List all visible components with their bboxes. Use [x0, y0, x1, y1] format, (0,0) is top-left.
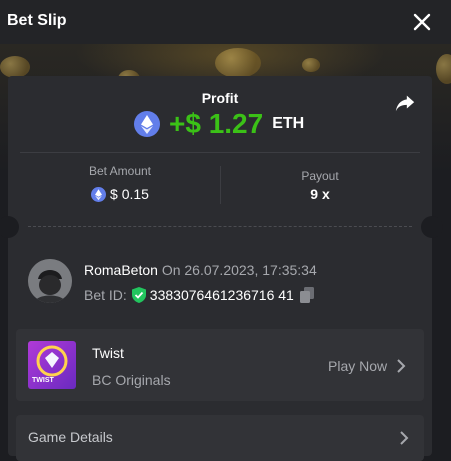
- eth-icon: [134, 111, 160, 137]
- bet-amount-value: $ 0.15: [110, 186, 149, 202]
- user-line: RomaBeton On 26.07.2023, 17:35:34: [84, 262, 317, 278]
- eth-icon: [91, 186, 107, 202]
- game-details-label: Game Details: [28, 429, 113, 445]
- close-icon[interactable]: [410, 10, 434, 34]
- game-category: BC Originals: [92, 372, 171, 388]
- page-title: Bet Slip: [7, 12, 67, 29]
- bet-amount-label: Bet Amount: [88, 164, 152, 178]
- bet-id-row: Bet ID: 3383076461236716 41: [84, 287, 314, 303]
- game-card[interactable]: TWIST Twist BC Originals Play Now: [16, 329, 424, 401]
- chevron-right-icon: [400, 431, 409, 445]
- profit-currency: ETH: [272, 115, 305, 132]
- profit-value: +$ 1.27: [169, 108, 264, 139]
- game-name: Twist: [92, 345, 124, 361]
- avatar[interactable]: [28, 259, 72, 303]
- shield-check-icon: [131, 287, 146, 303]
- profit-label: Profit: [201, 90, 239, 106]
- card-notch-left: [0, 216, 19, 238]
- payout-label: Payout: [301, 169, 339, 183]
- play-now-button[interactable]: Play Now: [328, 358, 407, 374]
- header-bar: Bet Slip: [0, 0, 451, 44]
- bet-id-value: 3383076461236716 41: [149, 287, 294, 303]
- bet-date: On 26.07.2023, 17:35:34: [161, 262, 317, 278]
- game-thumbnail: TWIST: [28, 341, 76, 389]
- share-icon[interactable]: [394, 92, 416, 114]
- payout-value: 9 x: [310, 186, 330, 202]
- username[interactable]: RomaBeton: [84, 262, 158, 278]
- dashed-separator: [28, 226, 412, 227]
- bet-id-label: Bet ID:: [84, 287, 127, 303]
- copy-icon[interactable]: [299, 287, 314, 303]
- profit-row: +$ 1.27 ETH: [134, 108, 305, 139]
- bet-amount: $ 0.15: [20, 186, 220, 202]
- user-avatar-icon: [28, 259, 72, 303]
- card-notch-right: [421, 216, 443, 238]
- bet-slip-card: Profit +$ 1.27 ETH Bet Amount $ 0.15 Pay…: [0, 76, 443, 461]
- game-details-row[interactable]: Game Details: [16, 415, 424, 461]
- play-now-label: Play Now: [328, 358, 388, 374]
- divider: [20, 152, 420, 153]
- game-thumbnail-label: TWIST: [32, 377, 54, 384]
- chevron-right-icon: [397, 359, 406, 373]
